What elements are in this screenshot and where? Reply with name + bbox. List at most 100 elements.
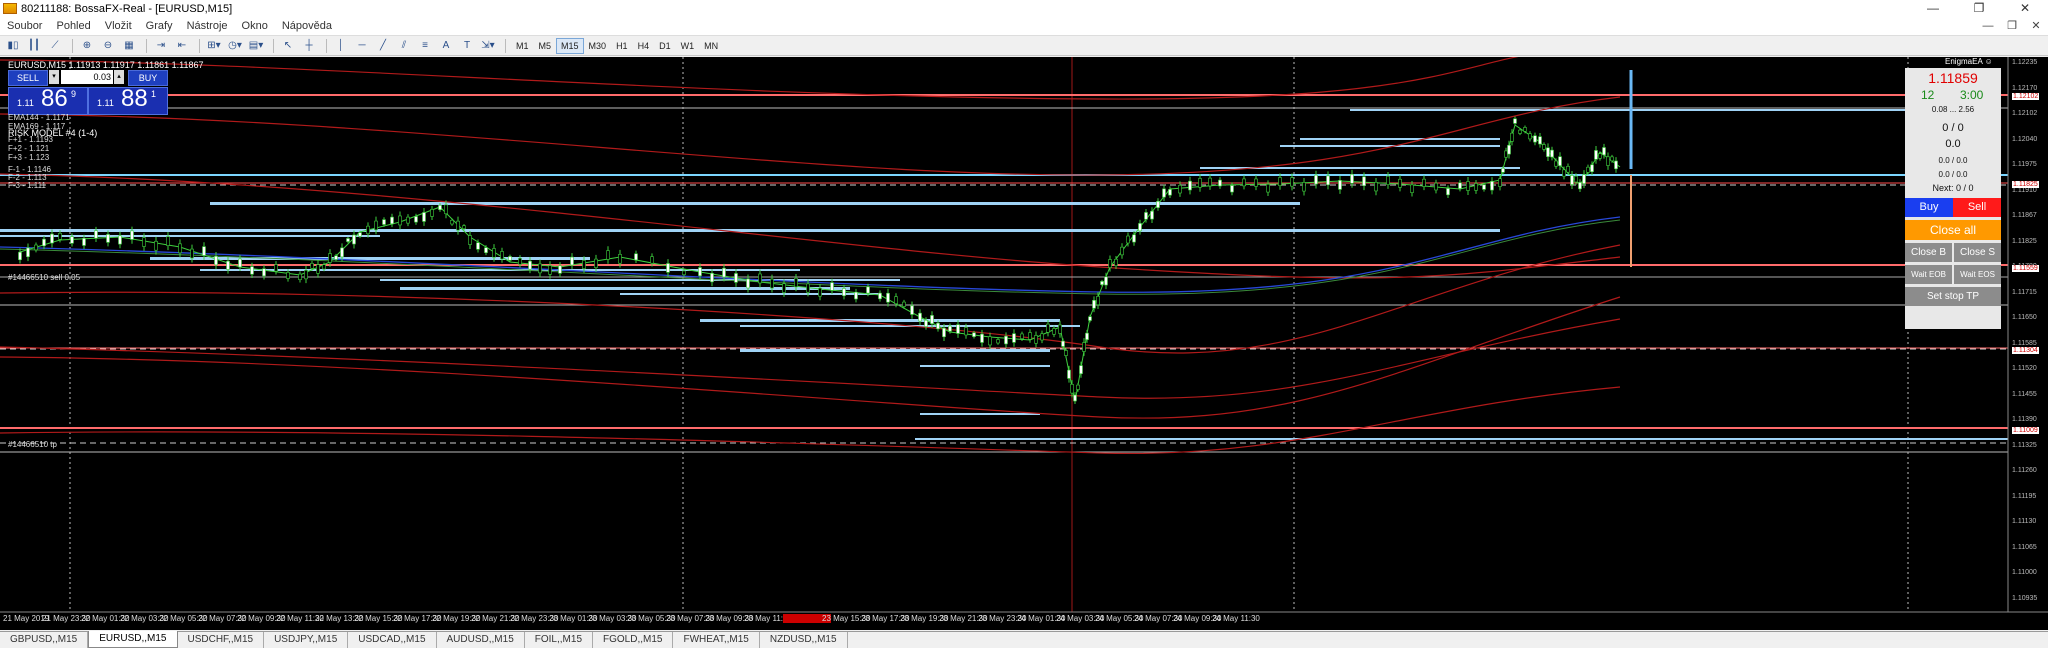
tab-fgold[interactable]: FGOLD,,M15 [593,632,674,648]
vertical-line-icon[interactable]: │ [332,38,350,54]
tab-fwheat[interactable]: FWHEAT,,M15 [673,632,760,648]
timeframe-m30[interactable]: M30 [584,38,612,54]
volume-profile-bar [210,202,1300,205]
candle-body [1510,132,1514,142]
ema169-label: EMA169 - 1.117 [8,122,66,131]
sell-price-fraction: 9 [71,89,77,99]
bar-chart-icon[interactable]: ▮▯ [4,38,22,54]
timeframe-h4[interactable]: H4 [633,38,655,54]
tab-usdjpy[interactable]: USDJPY,,M15 [264,632,349,648]
fibonacci-icon[interactable]: ≡ [416,38,434,54]
candle-body [1474,183,1478,191]
menu-charts[interactable]: Grafy [139,17,180,35]
candle-body [438,205,442,210]
candle-body [1566,166,1570,173]
periods-icon[interactable]: ◷▾ [226,38,244,54]
crosshair-icon[interactable]: ┼ [300,38,318,54]
timeframe-m1[interactable]: M1 [511,38,534,54]
candle-body [936,322,940,330]
one-click-buy-button[interactable]: BUY [128,70,168,86]
ea-close-sell-button[interactable]: Close S [1954,243,2001,262]
templates-icon[interactable]: ▤▾ [247,38,265,54]
tile-windows-icon[interactable]: ▦ [120,38,138,54]
menu-file[interactable]: Soubor [0,17,49,35]
timeframe-d1[interactable]: D1 [654,38,676,54]
tab-gbpusd[interactable]: GBPUSD,,M15 [0,632,89,648]
minimize-button[interactable]: — [1910,0,1956,17]
chart-restore-button[interactable]: ❐ [2000,17,2024,35]
volume-input[interactable]: 0.03 [61,70,113,84]
label-icon[interactable]: T [458,38,476,54]
candle-body [910,305,914,315]
sell-price-box[interactable]: 1.11 86 9 [8,85,88,115]
candle-body [1138,223,1142,232]
candle-body [444,204,448,215]
candle-body [1156,201,1160,208]
tab-nzdusd[interactable]: NZDUSD,,M15 [760,632,848,648]
candle-body [734,273,738,283]
candle-body [1398,178,1402,188]
menu-window[interactable]: Okno [235,17,275,35]
close-button[interactable]: ✕ [2002,0,2048,17]
text-icon[interactable]: A [437,38,455,54]
ea-close-all-button[interactable]: Close all [1905,220,2001,240]
menu-insert[interactable]: Vložit [98,17,139,35]
one-click-sell-button[interactable]: SELL [8,70,48,86]
candle-body [310,263,314,269]
candle-body [1598,153,1602,159]
zoom-in-icon[interactable]: ⊕ [78,38,96,54]
candle-body [476,242,480,250]
channel-icon[interactable]: ⫽ [395,38,413,54]
timeframe-h1[interactable]: H1 [611,38,633,54]
ea-buy-button[interactable]: Buy [1905,198,1953,217]
ea-wait-eos-button[interactable]: Wait EOS [1954,265,2001,284]
price-series-line [19,124,1621,403]
menu-help[interactable]: Nápověda [275,17,339,35]
arrows-icon[interactable]: ⇲▾ [479,38,497,54]
volume-down-button[interactable]: ▾ [49,70,59,84]
candle-body [1242,178,1246,187]
timeframe-mn[interactable]: MN [699,38,723,54]
ea-wait-eob-button[interactable]: Wait EOB [1905,265,1952,284]
candle-body [886,292,890,303]
timeframe-m5[interactable]: M5 [534,38,557,54]
chart-minimize-button[interactable]: — [1976,17,2000,35]
autoscroll-icon[interactable]: ⇥ [152,38,170,54]
timeframe-m15[interactable]: M15 [556,37,584,54]
chart-shift-icon[interactable]: ⇤ [173,38,191,54]
candle-body [398,215,402,226]
ea-close-buy-button[interactable]: Close B [1905,243,1952,262]
tab-audusd[interactable]: AUDUSD,,M15 [437,632,525,648]
candle-body [50,233,54,244]
tab-eurusd[interactable]: EURUSD,,M15 [88,631,178,648]
price-chart[interactable]: EURUSD,M15 1.11913 1.11917 1.11861 1.118… [0,57,2048,630]
ea-sell-button[interactable]: Sell [1953,198,2001,217]
zoom-out-icon[interactable]: ⊖ [99,38,117,54]
volume-up-button[interactable]: ▴ [114,70,124,84]
timeframe-w1[interactable]: W1 [676,38,700,54]
indicators-icon[interactable]: ⊞▾ [205,38,223,54]
cursor-icon[interactable]: ↖ [279,38,297,54]
buy-price-box[interactable]: 1.11 88 1 [88,85,168,115]
menu-tools[interactable]: Nástroje [180,17,235,35]
tab-foil[interactable]: FOIL,,M15 [525,632,594,648]
candle-body [538,263,542,274]
menu-view[interactable]: Pohled [49,17,97,35]
candle-body [1602,147,1606,156]
tab-usdcad[interactable]: USDCAD,,M15 [348,632,437,648]
volume-profile-bar [1350,109,2000,111]
tab-usdchf[interactable]: USDCHF,,M15 [178,632,265,648]
candle-body [1076,384,1080,390]
restore-button[interactable]: ❐ [1956,0,2002,17]
candle-body [500,251,504,260]
candle-body [166,236,170,246]
chart-close-button[interactable]: ✕ [2024,17,2048,35]
candle-body [178,243,182,254]
horizontal-line-icon[interactable]: ─ [353,38,371,54]
ea-set-stop-tp-button[interactable]: Set stop TP [1905,287,2001,306]
candle-body [1338,180,1342,190]
trendline-icon[interactable]: ╱ [374,38,392,54]
candle-body [1610,156,1614,162]
candlestick-icon[interactable]: ┃┃ [25,38,43,54]
line-chart-icon[interactable]: ⟋ [46,38,64,54]
